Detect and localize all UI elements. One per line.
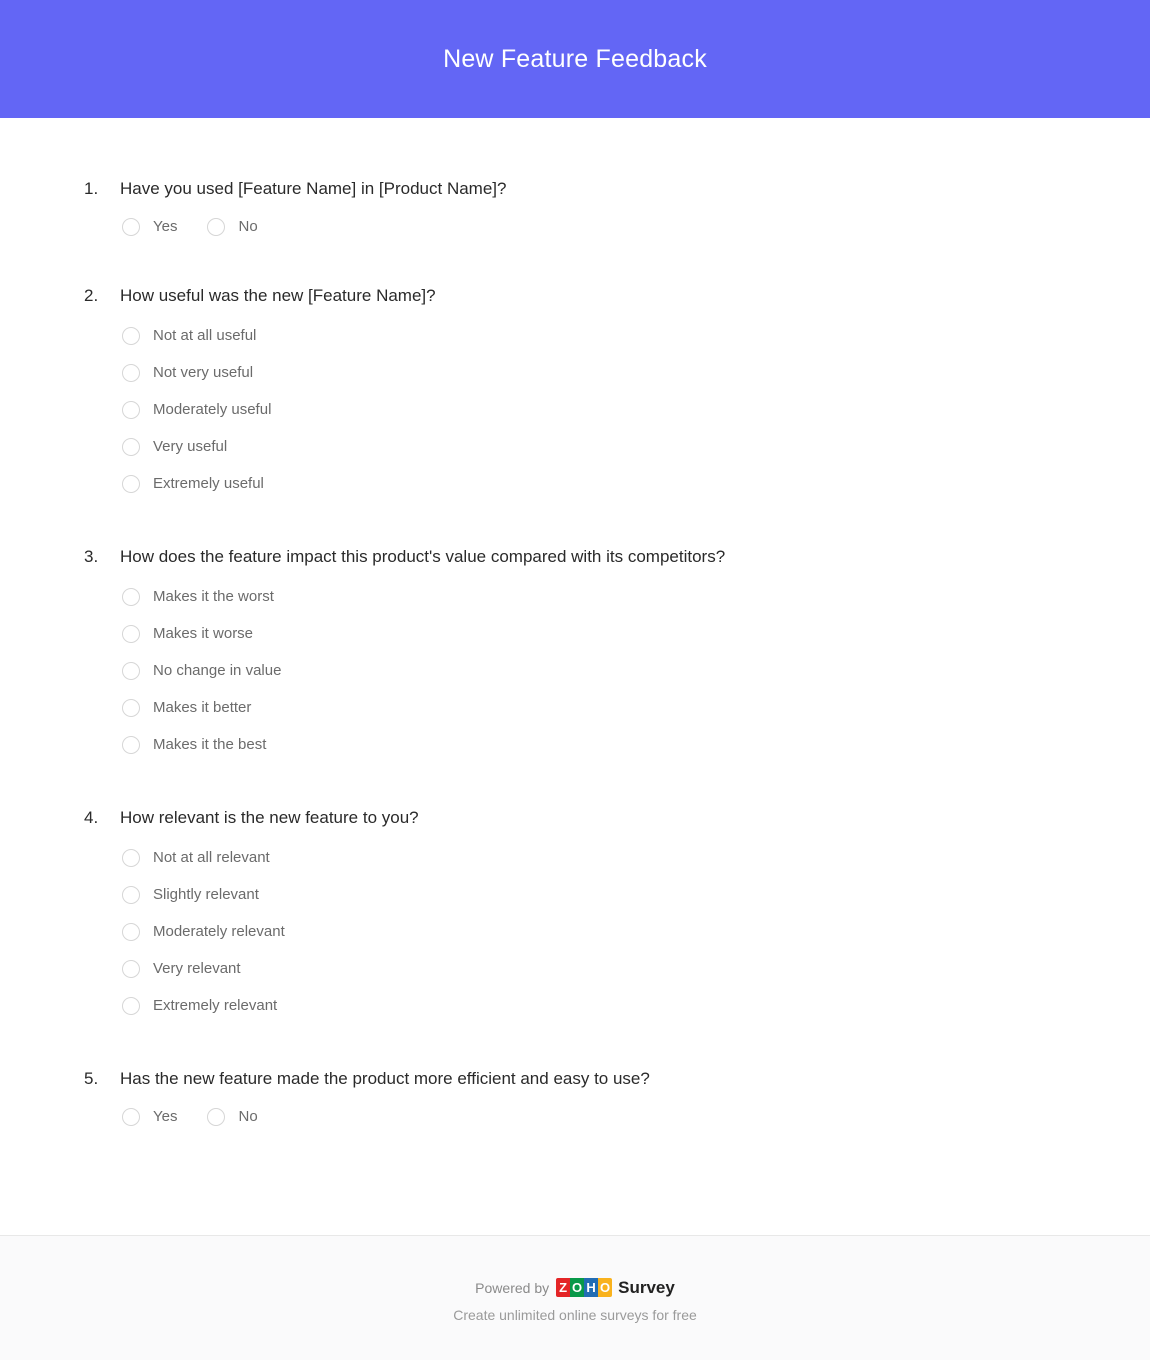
radio-icon[interactable] bbox=[122, 959, 140, 978]
radio-icon[interactable] bbox=[122, 400, 140, 419]
survey-product-word: Survey bbox=[618, 1277, 675, 1297]
list-item[interactable]: Makes it the worst bbox=[122, 578, 1080, 615]
question-text-3: How does the feature impact this product… bbox=[120, 547, 726, 566]
option-label: Makes it worse bbox=[153, 624, 254, 642]
list-item[interactable]: Very useful bbox=[122, 428, 1080, 465]
list-item[interactable]: Makes it the best bbox=[122, 726, 1080, 763]
option-label: Yes bbox=[153, 1108, 178, 1125]
question-number-5: 5. bbox=[84, 1069, 99, 1088]
options-list-1: Yes No bbox=[84, 210, 1080, 244]
radio-icon[interactable] bbox=[122, 1108, 140, 1126]
list-item[interactable]: Moderately useful bbox=[122, 391, 1080, 428]
question-text-2: How useful was the new [Feature Name]? bbox=[120, 286, 436, 305]
option-label: Slightly relevant bbox=[153, 885, 259, 903]
list-item[interactable]: Makes it better bbox=[122, 689, 1080, 726]
radio-icon[interactable] bbox=[207, 218, 226, 236]
option-1-yes[interactable]: Yes bbox=[122, 210, 177, 244]
radio-icon[interactable] bbox=[122, 587, 140, 606]
survey-page: New Feature Feedback 1. Have you used [F… bbox=[0, 0, 1150, 1360]
question-number-1: 1. bbox=[84, 179, 99, 198]
question-number-3: 3. bbox=[84, 547, 99, 566]
radio-icon[interactable] bbox=[122, 437, 140, 456]
list-item[interactable]: Not very useful bbox=[122, 354, 1080, 391]
option-label: No change in value bbox=[153, 661, 282, 679]
option-label: No bbox=[238, 1108, 258, 1125]
radio-icon[interactable] bbox=[122, 848, 140, 867]
option-label: Not at all relevant bbox=[153, 848, 270, 866]
option-label: Makes it better bbox=[153, 698, 252, 716]
question-header-3: 3. How does the feature impact this prod… bbox=[84, 544, 1080, 569]
zoho-letter-z: Z bbox=[556, 1278, 571, 1297]
question-header-1: 1. Have you used [Feature Name] in [Prod… bbox=[84, 176, 1080, 201]
option-5-no[interactable]: No bbox=[207, 1100, 258, 1134]
list-item[interactable]: Slightly relevant bbox=[122, 876, 1080, 913]
option-label: Not at all useful bbox=[153, 326, 257, 344]
question-block-2: 2. How useful was the new [Feature Name]… bbox=[0, 283, 1150, 502]
radio-icon[interactable] bbox=[122, 363, 140, 382]
question-number-4: 4. bbox=[84, 808, 99, 827]
list-item[interactable]: Moderately relevant bbox=[122, 913, 1080, 950]
radio-icon[interactable] bbox=[122, 624, 140, 643]
question-text-5: Has the new feature made the product mor… bbox=[120, 1069, 650, 1088]
option-label: Moderately relevant bbox=[153, 922, 285, 940]
list-item[interactable]: Extremely relevant bbox=[122, 987, 1080, 1024]
question-block-4: 4. How relevant is the new feature to yo… bbox=[0, 805, 1150, 1024]
option-label: Makes it the best bbox=[153, 735, 267, 753]
list-item[interactable]: Very relevant bbox=[122, 950, 1080, 987]
question-text-1: Have you used [Feature Name] in [Product… bbox=[120, 179, 507, 198]
option-label: Extremely useful bbox=[153, 474, 264, 492]
footer-tagline: Create unlimited online surveys for free bbox=[453, 1306, 697, 1323]
page-title: New Feature Feedback bbox=[443, 44, 707, 73]
radio-icon[interactable] bbox=[122, 922, 140, 941]
option-label: Extremely relevant bbox=[153, 996, 278, 1014]
radio-icon[interactable] bbox=[122, 474, 140, 493]
option-label: Yes bbox=[153, 218, 178, 235]
radio-icon[interactable] bbox=[122, 218, 140, 236]
question-block-5: 5. Has the new feature made the product … bbox=[0, 1066, 1150, 1134]
option-label: Makes it the worst bbox=[153, 587, 274, 605]
radio-icon[interactable] bbox=[122, 326, 140, 345]
question-header-4: 4. How relevant is the new feature to yo… bbox=[84, 805, 1080, 830]
survey-questions-container: 1. Have you used [Feature Name] in [Prod… bbox=[0, 118, 1150, 1235]
zoho-logo-icon: Z O H O bbox=[556, 1278, 613, 1297]
option-5-yes[interactable]: Yes bbox=[122, 1100, 177, 1134]
option-label: No bbox=[238, 218, 258, 235]
radio-icon[interactable] bbox=[122, 885, 140, 904]
option-label: Moderately useful bbox=[153, 400, 272, 418]
option-label: Very useful bbox=[153, 437, 228, 455]
options-list-5: Yes No bbox=[84, 1100, 1080, 1134]
question-block-3: 3. How does the feature impact this prod… bbox=[0, 544, 1150, 763]
option-1-no[interactable]: No bbox=[207, 210, 258, 244]
list-item[interactable]: Makes it worse bbox=[122, 615, 1080, 652]
options-list-2: Not at all useful Not very useful Modera… bbox=[84, 317, 1080, 502]
options-list-3: Makes it the worst Makes it worse No cha… bbox=[84, 578, 1080, 763]
radio-icon[interactable] bbox=[122, 735, 140, 754]
zoho-letter-h: H bbox=[584, 1278, 599, 1297]
question-header-2: 2. How useful was the new [Feature Name]… bbox=[84, 283, 1080, 308]
question-block-1: 1. Have you used [Feature Name] in [Prod… bbox=[0, 176, 1150, 244]
option-label: Not very useful bbox=[153, 363, 254, 381]
radio-icon[interactable] bbox=[122, 698, 140, 717]
powered-by-row: Powered by Z O H O Survey bbox=[475, 1278, 675, 1298]
radio-icon[interactable] bbox=[207, 1108, 226, 1126]
powered-by-label: Powered by bbox=[475, 1279, 550, 1296]
list-item[interactable]: Not at all useful bbox=[122, 317, 1080, 354]
survey-header: New Feature Feedback bbox=[0, 0, 1150, 118]
question-text-4: How relevant is the new feature to you? bbox=[120, 808, 419, 827]
list-item[interactable]: Not at all relevant bbox=[122, 839, 1080, 876]
zoho-letter-o2: O bbox=[598, 1278, 613, 1297]
question-header-5: 5. Has the new feature made the product … bbox=[84, 1066, 1080, 1091]
question-number-2: 2. bbox=[84, 286, 99, 305]
list-item[interactable]: No change in value bbox=[122, 652, 1080, 689]
zoho-letter-o1: O bbox=[570, 1278, 585, 1297]
list-item[interactable]: Extremely useful bbox=[122, 465, 1080, 502]
radio-icon[interactable] bbox=[122, 661, 140, 680]
radio-icon[interactable] bbox=[122, 996, 140, 1015]
options-list-4: Not at all relevant Slightly relevant Mo… bbox=[84, 839, 1080, 1024]
option-label: Very relevant bbox=[153, 959, 241, 977]
survey-footer: Powered by Z O H O Survey Create unlimit… bbox=[0, 1235, 1150, 1360]
